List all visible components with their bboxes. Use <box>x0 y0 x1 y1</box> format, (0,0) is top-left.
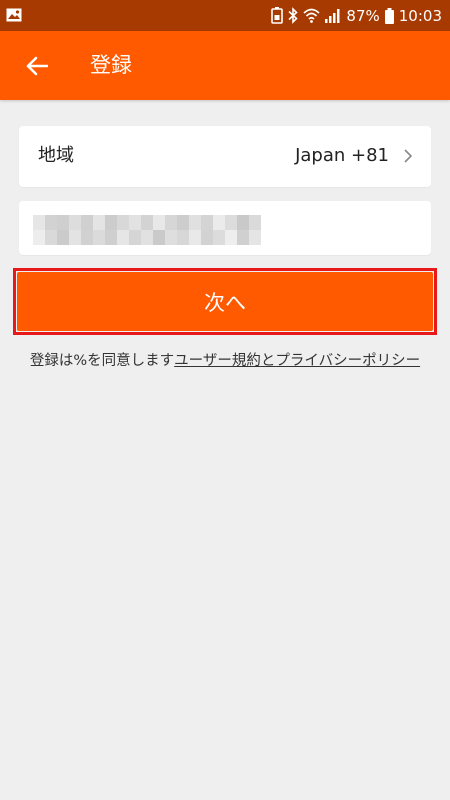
privacy-policy-link[interactable]: プライバシーポリシー <box>275 353 420 369</box>
page-title: 登録 <box>90 53 132 77</box>
battery-saver-icon <box>271 7 284 24</box>
back-button[interactable] <box>14 43 60 89</box>
status-icons: 87% 10:03 <box>271 0 442 31</box>
region-selector[interactable]: 地域 Japan +81 <box>19 126 431 187</box>
app-bar: 登録 <box>0 31 450 100</box>
bluetooth-icon <box>288 7 299 24</box>
gallery-icon <box>6 8 22 22</box>
battery-icon <box>384 7 394 24</box>
terms-connector: と <box>260 353 276 369</box>
wifi-icon <box>303 8 321 23</box>
status-bar: 87% 10:03 <box>0 0 450 31</box>
battery-percent: 87% <box>346 6 380 25</box>
phone-number-input[interactable] <box>33 209 277 249</box>
phone-field-container <box>19 201 431 255</box>
clock: 10:03 <box>398 6 442 25</box>
user-agreement-link[interactable]: ユーザー規約 <box>174 353 261 369</box>
region-label: 地域 <box>38 145 74 166</box>
signal-icon <box>325 9 340 23</box>
terms-prefix: 登録は%を同意します <box>29 353 175 369</box>
region-value: Japan +81 <box>295 145 389 166</box>
chevron-right-icon <box>404 149 413 163</box>
next-button[interactable]: 次へ <box>17 272 433 331</box>
terms-notice: 登録は%を同意しますユーザー規約とプライバシーポリシー <box>0 351 450 371</box>
arrow-left-icon <box>26 56 48 76</box>
